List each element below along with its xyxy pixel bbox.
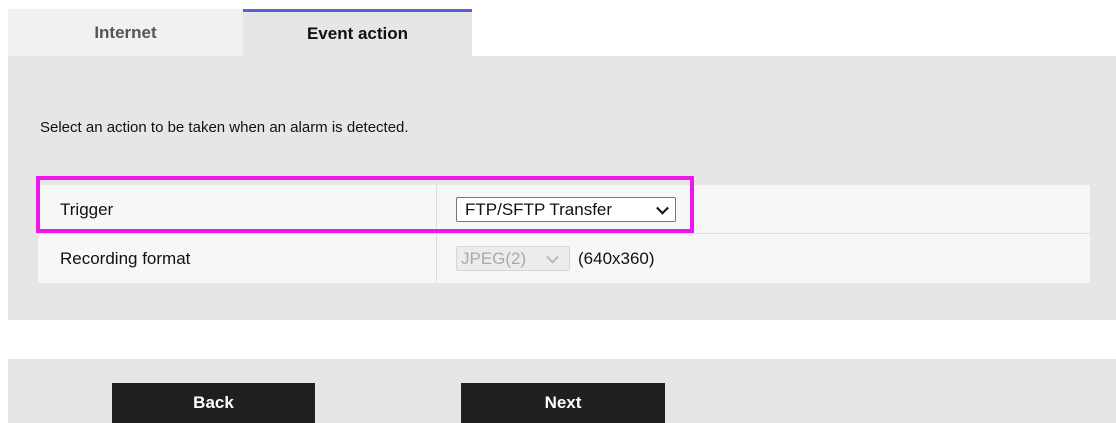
tab-internet[interactable]: Internet [8, 9, 243, 56]
instruction-text: Select an action to be taken when an ala… [40, 119, 409, 136]
trigger-row: Trigger FTP/SFTP Transfer [38, 185, 1090, 234]
settings-panel: Select an action to be taken when an ala… [8, 56, 1116, 320]
event-action-page: Internet Event action Select an action t… [0, 0, 1116, 423]
tab-internet-label: Internet [94, 22, 157, 42]
next-button[interactable]: Next [461, 383, 665, 423]
resolution-text: (640x360) [578, 248, 655, 268]
recording-format-select: JPEG(2) [456, 246, 570, 271]
recording-format-row: Recording format JPEG(2) (640x360) [38, 234, 1090, 283]
recording-format-label: Recording format [60, 248, 191, 268]
trigger-label: Trigger [60, 199, 114, 219]
recording-format-select-value: JPEG(2) [461, 248, 527, 268]
chevron-down-icon [546, 250, 559, 264]
trigger-select[interactable]: FTP/SFTP Transfer [456, 197, 676, 222]
trigger-select-value: FTP/SFTP Transfer [465, 199, 613, 219]
navigation-bar: Back Next [8, 359, 1116, 423]
back-button[interactable]: Back [112, 383, 315, 423]
chevron-down-icon [656, 201, 669, 215]
tab-event-action[interactable]: Event action [243, 9, 472, 56]
tab-event-action-label: Event action [306, 24, 409, 43]
settings-table: Trigger FTP/SFTP Transfer Recording form… [38, 185, 1090, 283]
